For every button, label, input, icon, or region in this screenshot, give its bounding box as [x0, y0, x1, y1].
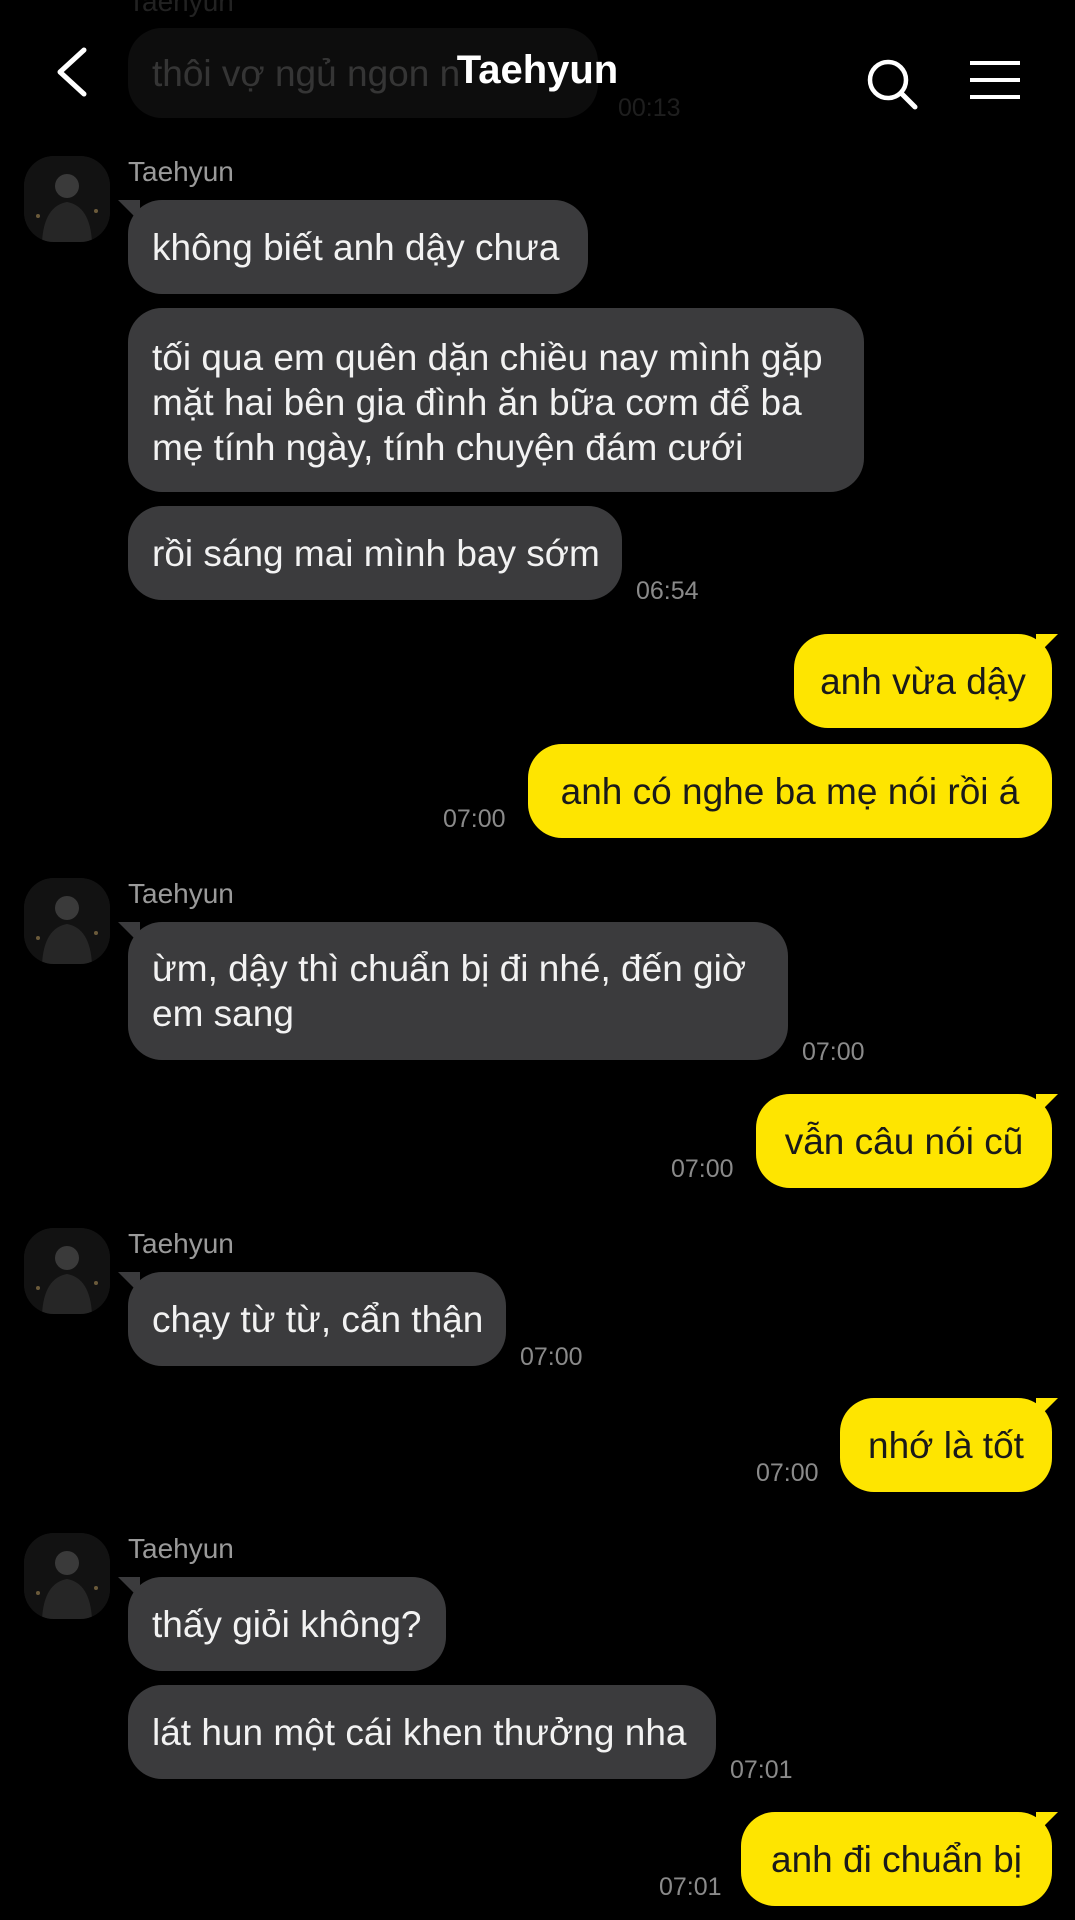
message-time: 06:54: [636, 577, 699, 605]
search-button[interactable]: [864, 56, 920, 112]
message-bubble[interactable]: anh vừa dậy: [794, 634, 1052, 728]
message-bubble[interactable]: vẫn câu nói cũ: [756, 1094, 1052, 1188]
sender-name: Taehyun: [128, 1533, 234, 1564]
message-bubble[interactable]: tối qua em quên dặn chiều nay mình gặp m…: [128, 308, 864, 492]
message-bubble[interactable]: chạy từ từ, cẩn thận: [128, 1272, 506, 1366]
message-bubble[interactable]: lát hun một cái khen thưởng nha: [128, 1685, 716, 1779]
avatar[interactable]: [24, 1228, 110, 1314]
message-bubble[interactable]: anh đi chuẩn bị: [741, 1812, 1052, 1906]
message-bubble[interactable]: rồi sáng mai mình bay sớm: [128, 506, 622, 600]
sender-name: Taehyun: [128, 878, 234, 909]
message-bubble[interactable]: nhớ là tốt: [840, 1398, 1052, 1492]
message-time: 07:00: [443, 805, 506, 833]
sender-name: Taehyun: [128, 156, 234, 187]
message-time: 07:00: [802, 1038, 865, 1066]
message-bubble[interactable]: thấy giỏi không?: [128, 1577, 446, 1671]
message-time: 07:01: [730, 1756, 793, 1784]
chat-screen: Taehyun thôi vợ ngủ ngon n 00:13 Taehyun…: [0, 0, 1075, 1920]
message-list[interactable]: Taehyun thôi vợ ngủ ngon n 00:13 Taehyun…: [0, 0, 1075, 1920]
message-bubble[interactable]: không biết anh dậy chưa: [128, 200, 588, 294]
avatar[interactable]: [24, 156, 110, 242]
avatar[interactable]: [24, 878, 110, 964]
menu-icon: [970, 61, 1020, 99]
avatar[interactable]: [24, 1533, 110, 1619]
message-time: 07:00: [520, 1343, 583, 1371]
menu-button[interactable]: [968, 58, 1022, 102]
search-icon: [867, 59, 918, 110]
message-time: 07:00: [756, 1459, 819, 1487]
message-time: 07:01: [659, 1873, 722, 1901]
chat-header: Taehyun: [0, 0, 1075, 140]
message-bubble[interactable]: ừm, dậy thì chuẩn bị đi nhé, đến giờ em …: [128, 922, 788, 1060]
sender-name: Taehyun: [128, 1228, 234, 1259]
message-bubble[interactable]: anh có nghe ba mẹ nói rồi á: [528, 744, 1052, 838]
message-time: 07:00: [671, 1155, 734, 1183]
